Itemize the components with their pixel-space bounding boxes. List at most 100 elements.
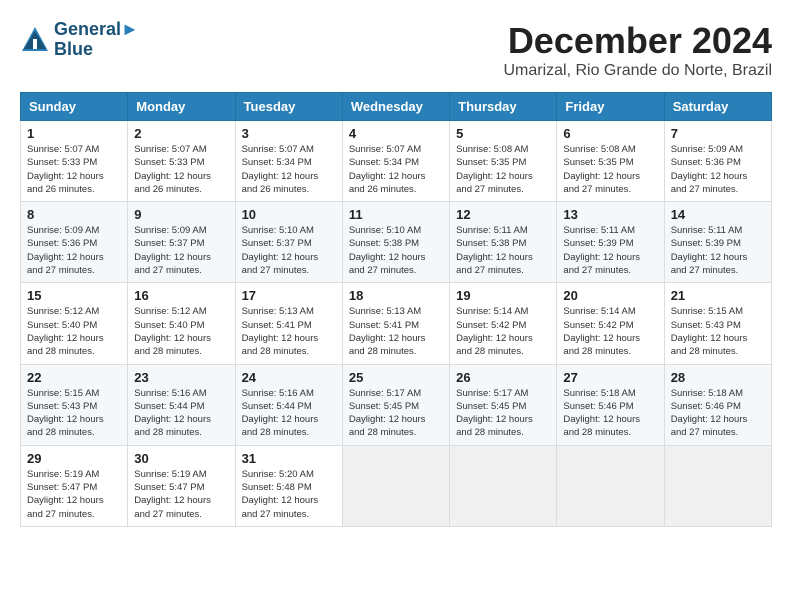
day-info: Sunrise: 5:16 AM Sunset: 5:44 PM Dayligh… <box>134 387 228 440</box>
subtitle: Umarizal, Rio Grande do Norte, Brazil <box>503 62 772 80</box>
day-cell-10: 10 Sunrise: 5:10 AM Sunset: 5:37 PM Dayl… <box>235 202 342 283</box>
day-cell-27: 27 Sunrise: 5:18 AM Sunset: 5:46 PM Dayl… <box>557 364 664 445</box>
day-number: 17 <box>242 288 336 303</box>
day-info: Sunrise: 5:09 AM Sunset: 5:36 PM Dayligh… <box>27 224 121 277</box>
day-number: 15 <box>27 288 121 303</box>
day-info: Sunrise: 5:16 AM Sunset: 5:44 PM Dayligh… <box>242 387 336 440</box>
day-cell-24: 24 Sunrise: 5:16 AM Sunset: 5:44 PM Dayl… <box>235 364 342 445</box>
day-number: 26 <box>456 370 550 385</box>
day-cell-16: 16 Sunrise: 5:12 AM Sunset: 5:40 PM Dayl… <box>128 283 235 364</box>
day-cell-23: 23 Sunrise: 5:16 AM Sunset: 5:44 PM Dayl… <box>128 364 235 445</box>
week-row-2: 8 Sunrise: 5:09 AM Sunset: 5:36 PM Dayli… <box>21 202 772 283</box>
day-number: 20 <box>563 288 657 303</box>
calendar-table: SundayMondayTuesdayWednesdayThursdayFrid… <box>20 92 772 527</box>
day-number: 11 <box>349 207 443 222</box>
day-info: Sunrise: 5:13 AM Sunset: 5:41 PM Dayligh… <box>242 305 336 358</box>
header-monday: Monday <box>128 93 235 121</box>
day-cell-25: 25 Sunrise: 5:17 AM Sunset: 5:45 PM Dayl… <box>342 364 449 445</box>
month-title: December 2024 <box>503 20 772 62</box>
day-cell-28: 28 Sunrise: 5:18 AM Sunset: 5:46 PM Dayl… <box>664 364 771 445</box>
header-thursday: Thursday <box>450 93 557 121</box>
day-info: Sunrise: 5:15 AM Sunset: 5:43 PM Dayligh… <box>671 305 765 358</box>
week-row-4: 22 Sunrise: 5:15 AM Sunset: 5:43 PM Dayl… <box>21 364 772 445</box>
day-number: 4 <box>349 126 443 141</box>
logo-text: General► Blue <box>54 20 139 60</box>
day-info: Sunrise: 5:14 AM Sunset: 5:42 PM Dayligh… <box>563 305 657 358</box>
day-info: Sunrise: 5:08 AM Sunset: 5:35 PM Dayligh… <box>563 143 657 196</box>
empty-cell <box>557 445 664 526</box>
week-row-3: 15 Sunrise: 5:12 AM Sunset: 5:40 PM Dayl… <box>21 283 772 364</box>
day-number: 21 <box>671 288 765 303</box>
empty-cell <box>450 445 557 526</box>
day-cell-17: 17 Sunrise: 5:13 AM Sunset: 5:41 PM Dayl… <box>235 283 342 364</box>
header-friday: Friday <box>557 93 664 121</box>
day-number: 8 <box>27 207 121 222</box>
empty-cell <box>664 445 771 526</box>
day-cell-18: 18 Sunrise: 5:13 AM Sunset: 5:41 PM Dayl… <box>342 283 449 364</box>
day-info: Sunrise: 5:19 AM Sunset: 5:47 PM Dayligh… <box>27 468 121 521</box>
calendar-header-row: SundayMondayTuesdayWednesdayThursdayFrid… <box>21 93 772 121</box>
day-info: Sunrise: 5:11 AM Sunset: 5:39 PM Dayligh… <box>671 224 765 277</box>
day-number: 3 <box>242 126 336 141</box>
day-cell-31: 31 Sunrise: 5:20 AM Sunset: 5:48 PM Dayl… <box>235 445 342 526</box>
day-number: 31 <box>242 451 336 466</box>
day-info: Sunrise: 5:14 AM Sunset: 5:42 PM Dayligh… <box>456 305 550 358</box>
day-number: 24 <box>242 370 336 385</box>
day-info: Sunrise: 5:09 AM Sunset: 5:37 PM Dayligh… <box>134 224 228 277</box>
calendar-body: 1 Sunrise: 5:07 AM Sunset: 5:33 PM Dayli… <box>21 121 772 527</box>
day-info: Sunrise: 5:17 AM Sunset: 5:45 PM Dayligh… <box>349 387 443 440</box>
week-row-5: 29 Sunrise: 5:19 AM Sunset: 5:47 PM Dayl… <box>21 445 772 526</box>
day-cell-20: 20 Sunrise: 5:14 AM Sunset: 5:42 PM Dayl… <box>557 283 664 364</box>
day-number: 22 <box>27 370 121 385</box>
day-cell-2: 2 Sunrise: 5:07 AM Sunset: 5:33 PM Dayli… <box>128 121 235 202</box>
day-number: 6 <box>563 126 657 141</box>
day-number: 30 <box>134 451 228 466</box>
day-cell-29: 29 Sunrise: 5:19 AM Sunset: 5:47 PM Dayl… <box>21 445 128 526</box>
day-number: 12 <box>456 207 550 222</box>
header-wednesday: Wednesday <box>342 93 449 121</box>
title-section: December 2024 Umarizal, Rio Grande do No… <box>503 20 772 80</box>
header-sunday: Sunday <box>21 93 128 121</box>
day-cell-19: 19 Sunrise: 5:14 AM Sunset: 5:42 PM Dayl… <box>450 283 557 364</box>
day-info: Sunrise: 5:10 AM Sunset: 5:38 PM Dayligh… <box>349 224 443 277</box>
day-cell-7: 7 Sunrise: 5:09 AM Sunset: 5:36 PM Dayli… <box>664 121 771 202</box>
day-number: 1 <box>27 126 121 141</box>
day-cell-6: 6 Sunrise: 5:08 AM Sunset: 5:35 PM Dayli… <box>557 121 664 202</box>
day-cell-21: 21 Sunrise: 5:15 AM Sunset: 5:43 PM Dayl… <box>664 283 771 364</box>
day-cell-1: 1 Sunrise: 5:07 AM Sunset: 5:33 PM Dayli… <box>21 121 128 202</box>
day-info: Sunrise: 5:10 AM Sunset: 5:37 PM Dayligh… <box>242 224 336 277</box>
empty-cell <box>342 445 449 526</box>
day-cell-30: 30 Sunrise: 5:19 AM Sunset: 5:47 PM Dayl… <box>128 445 235 526</box>
day-info: Sunrise: 5:12 AM Sunset: 5:40 PM Dayligh… <box>27 305 121 358</box>
day-number: 7 <box>671 126 765 141</box>
day-number: 19 <box>456 288 550 303</box>
day-cell-9: 9 Sunrise: 5:09 AM Sunset: 5:37 PM Dayli… <box>128 202 235 283</box>
day-number: 23 <box>134 370 228 385</box>
day-number: 2 <box>134 126 228 141</box>
day-info: Sunrise: 5:07 AM Sunset: 5:33 PM Dayligh… <box>134 143 228 196</box>
day-cell-3: 3 Sunrise: 5:07 AM Sunset: 5:34 PM Dayli… <box>235 121 342 202</box>
day-info: Sunrise: 5:11 AM Sunset: 5:39 PM Dayligh… <box>563 224 657 277</box>
day-number: 16 <box>134 288 228 303</box>
day-info: Sunrise: 5:15 AM Sunset: 5:43 PM Dayligh… <box>27 387 121 440</box>
day-info: Sunrise: 5:08 AM Sunset: 5:35 PM Dayligh… <box>456 143 550 196</box>
day-cell-5: 5 Sunrise: 5:08 AM Sunset: 5:35 PM Dayli… <box>450 121 557 202</box>
day-cell-8: 8 Sunrise: 5:09 AM Sunset: 5:36 PM Dayli… <box>21 202 128 283</box>
page-container: General► Blue December 2024 Umarizal, Ri… <box>20 20 772 527</box>
day-info: Sunrise: 5:18 AM Sunset: 5:46 PM Dayligh… <box>671 387 765 440</box>
day-number: 18 <box>349 288 443 303</box>
week-row-1: 1 Sunrise: 5:07 AM Sunset: 5:33 PM Dayli… <box>21 121 772 202</box>
day-number: 13 <box>563 207 657 222</box>
day-cell-26: 26 Sunrise: 5:17 AM Sunset: 5:45 PM Dayl… <box>450 364 557 445</box>
header-tuesday: Tuesday <box>235 93 342 121</box>
day-info: Sunrise: 5:20 AM Sunset: 5:48 PM Dayligh… <box>242 468 336 521</box>
day-number: 10 <box>242 207 336 222</box>
day-info: Sunrise: 5:19 AM Sunset: 5:47 PM Dayligh… <box>134 468 228 521</box>
day-info: Sunrise: 5:07 AM Sunset: 5:34 PM Dayligh… <box>349 143 443 196</box>
day-number: 9 <box>134 207 228 222</box>
day-info: Sunrise: 5:07 AM Sunset: 5:33 PM Dayligh… <box>27 143 121 196</box>
day-number: 29 <box>27 451 121 466</box>
logo: General► Blue <box>20 20 139 60</box>
day-cell-12: 12 Sunrise: 5:11 AM Sunset: 5:38 PM Dayl… <box>450 202 557 283</box>
day-cell-15: 15 Sunrise: 5:12 AM Sunset: 5:40 PM Dayl… <box>21 283 128 364</box>
